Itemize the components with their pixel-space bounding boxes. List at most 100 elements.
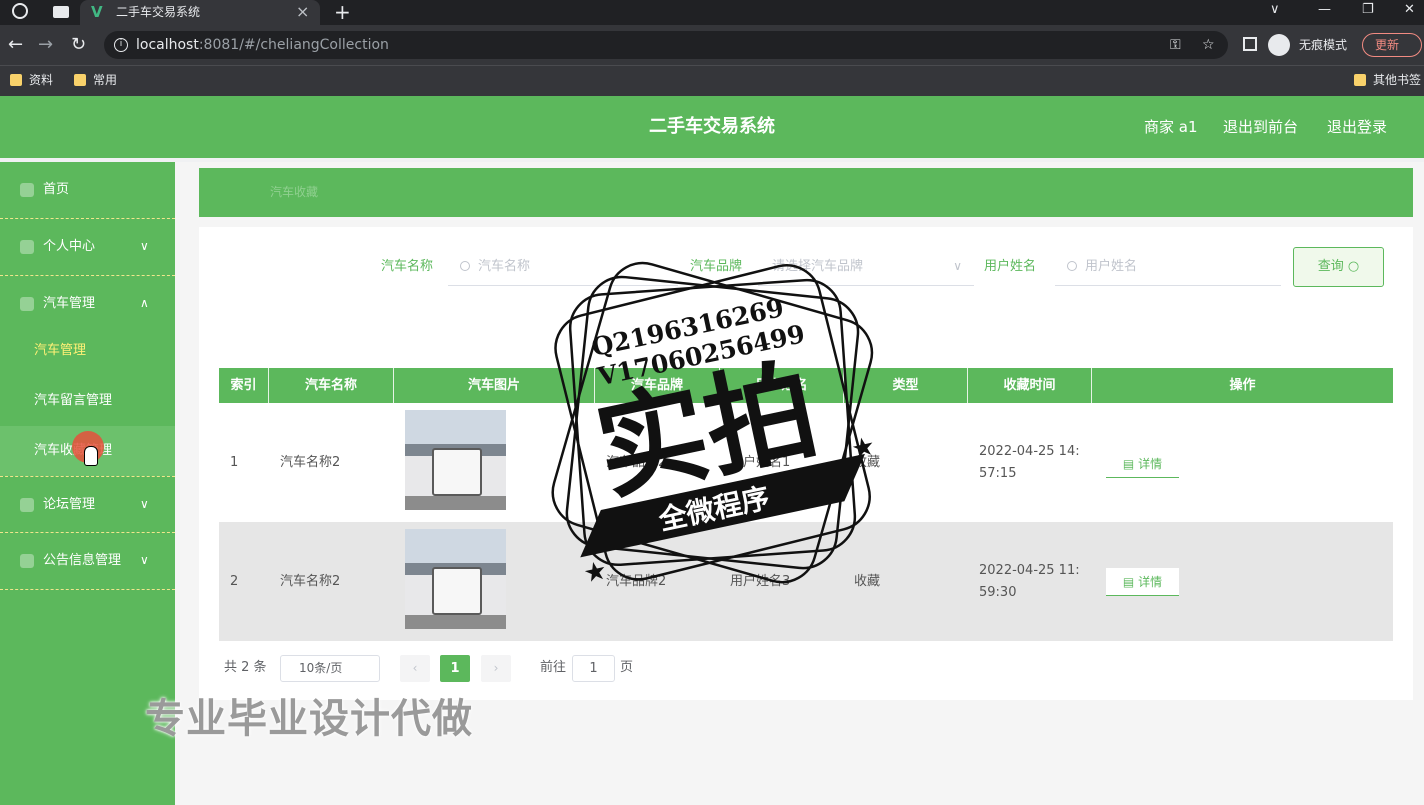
home-icon [20,183,34,197]
hand-cursor-icon [84,446,98,466]
cell-car-name: 汽车名称2 [280,574,341,589]
document-icon: ▤ [1122,457,1135,471]
folder-icon [10,74,22,86]
reload-icon[interactable]: ↻ [71,25,86,65]
column-header: 操作 [1229,378,1256,393]
search-icon: ○ [1347,259,1360,274]
page-size-select[interactable]: 10条/页 [280,655,380,682]
key-icon[interactable]: ⚿ [1170,35,1181,55]
bookmarks-bar: 资料 常用 其他书签 [0,65,1424,96]
cell-collect-time: 2022-04-25 11: [979,563,1080,578]
car-icon [20,297,34,311]
url-text: localhost:8081/#/cheliangCollection [136,37,389,53]
bookmark-folder-changyong[interactable]: 常用 [74,71,117,89]
sidebar-item-label: 公告信息管理 [43,553,122,568]
back-icon[interactable]: ← [8,25,23,65]
search-icon [1067,261,1077,271]
goto-page-input[interactable]: 1 [572,655,615,682]
sidebar-subitem-car-list[interactable]: 汽车管理 [0,326,175,376]
incognito-label: 无痕模式 [1299,38,1348,52]
minimize-icon[interactable]: — [1318,0,1331,20]
pagination-total: 共 2 条 [224,660,267,675]
sidebar-subitem-car-messages[interactable]: 汽车留言管理 [0,376,175,426]
car-name-placeholder: 汽车名称 [478,259,531,274]
app-header: 二手车交易系统 商家 a1 退出到前台 退出登录 [0,96,1424,158]
sidebar-item-notice[interactable]: 公告信息管理 ∨ [0,533,175,590]
side-panel-icon[interactable] [1243,37,1257,51]
current-user: 商家 a1 [1144,118,1198,136]
cell-collect-time-cont: 57:15 [979,466,1017,481]
incognito-icon [1268,34,1290,56]
cell-index: 2 [230,574,239,589]
watermark-stamp: Q2196316269 V17060256499 实拍 全微程序 ★ ★ [551,261,878,590]
car-image[interactable] [405,529,506,629]
folder-icon [74,74,86,86]
detail-button[interactable]: ▤ 详情 [1106,568,1179,596]
chevron-down-icon: ∨ [140,497,149,511]
sidebar-item-label: 论坛管理 [43,497,96,512]
page-number-current[interactable]: 1 [440,655,470,682]
cell-collect-time: 2022-04-25 14: [979,444,1080,459]
user-name-placeholder: 用户姓名 [1085,259,1138,274]
vue-favicon-icon: V [91,3,103,21]
prev-page-button[interactable]: ‹ [400,655,430,682]
sidebar-item-label: 个人中心 [43,239,96,254]
bookmark-folder-other[interactable]: 其他书签 [1354,71,1421,89]
column-header: 收藏时间 [968,368,1092,403]
sidebar-item-home[interactable]: 首页 [0,162,175,219]
browser-tab-bar: V 二手车交易系统 × + ∨ — ❐ ✕ [0,0,1424,25]
user-name-label: 用户姓名 [984,259,1037,274]
address-bar[interactable]: i localhost:8081/#/cheliangCollection ⚿ … [104,31,1228,59]
chevron-up-icon: ∧ [140,296,149,310]
folder-icon [1354,74,1366,86]
tab-title: 二手车交易系统 [116,5,201,19]
forum-icon [20,498,34,512]
car-image[interactable] [405,410,506,510]
document-icon: ▤ [1122,575,1135,589]
exit-to-front-link[interactable]: 退出到前台 [1223,116,1298,138]
star-icon: ★ [581,555,610,589]
sidebar-subitem-label: 汽车管理 [34,343,87,358]
maximize-icon[interactable]: ❐ [1362,0,1374,20]
logout-link[interactable]: 退出登录 [1327,116,1387,138]
window-close-icon[interactable]: ✕ [1404,0,1415,20]
sidebar-item-label: 首页 [43,182,70,197]
app-title: 二手车交易系统 [649,116,775,137]
car-name-label: 汽车名称 [381,259,434,274]
cell-index: 1 [230,455,239,470]
goto-label: 前往 [540,660,567,675]
column-header: 索引 [219,368,269,403]
star-icon: ★ [849,431,878,465]
browser-tab[interactable]: V 二手车交易系统 × [80,0,320,25]
breadcrumb-current: 汽车收藏 [270,185,319,199]
new-tab-icon[interactable]: + [334,0,351,24]
goto-suffix: 页 [620,660,634,675]
sidebar-item-profile[interactable]: 个人中心 ∨ [0,219,175,276]
detail-button[interactable]: ▤ 详情 [1106,450,1179,478]
chevron-down-icon: ∨ [140,239,149,253]
tab-close-icon[interactable]: × [296,3,309,21]
search-icon [460,261,470,271]
user-icon [20,240,34,254]
sidebar-item-car-management[interactable]: 汽车管理 ∧ [0,276,175,333]
column-header: 汽车名称 [269,368,394,403]
sidebar-subitem-label: 汽车留言管理 [34,393,113,408]
globe-icon[interactable] [12,3,28,19]
forward-icon[interactable]: → [38,25,53,65]
notice-icon [20,554,34,568]
site-info-icon[interactable]: i [114,38,128,52]
next-page-button[interactable]: › [481,655,511,682]
breadcrumb: 汽车收藏 [199,168,1413,217]
update-button[interactable]: 更新 [1362,33,1422,57]
user-name-input[interactable]: 用户姓名 [1055,249,1281,286]
chevron-down-icon: ∨ [953,259,962,273]
bookmark-star-icon[interactable]: ☆ [1202,35,1215,55]
watermark-bottom-text: 专业毕业设计代做 [145,696,473,742]
tab-list-chevron-icon[interactable]: ∨ [1270,0,1280,20]
cell-car-name: 汽车名称2 [280,455,341,470]
sidebar-item-label: 汽车管理 [43,296,96,311]
bookmark-folder-ziliao[interactable]: 资料 [10,71,53,89]
sidebar-item-forum[interactable]: 论坛管理 ∨ [0,476,175,533]
tab-search-icon[interactable] [53,6,69,18]
query-button[interactable]: 查询 ○ [1293,247,1384,287]
